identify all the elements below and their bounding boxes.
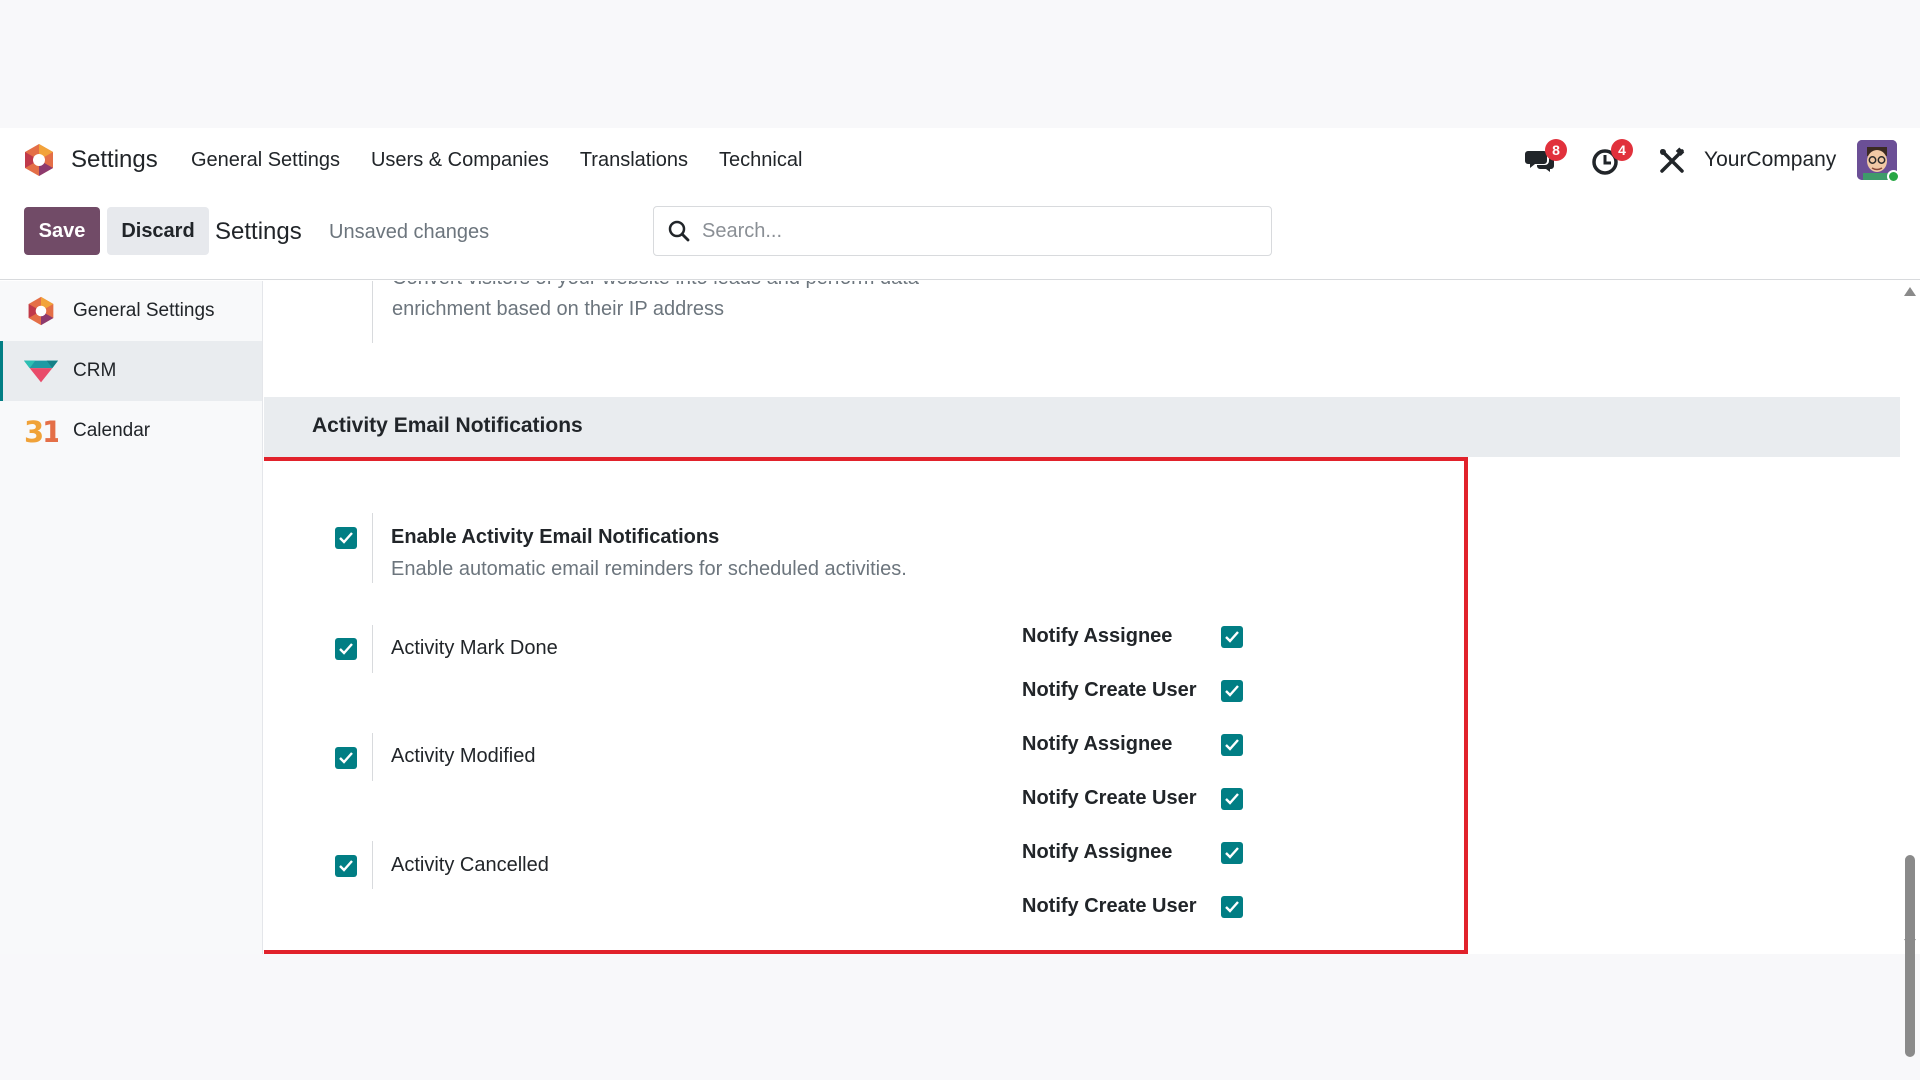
- check-icon: [339, 752, 353, 764]
- svg-text:1: 1: [42, 416, 58, 446]
- setting-description: Convert visitors of your website into le…: [392, 281, 919, 294]
- check-icon: [1225, 901, 1239, 913]
- check-icon: [1225, 631, 1239, 643]
- notify-assignee-label: Notify Assignee: [1022, 733, 1173, 755]
- search-icon: [668, 220, 690, 242]
- top-navbar: Settings General Settings Users & Compan…: [0, 128, 1920, 194]
- scroll-up-arrow-icon[interactable]: [1904, 287, 1916, 296]
- odoo-window: Settings General Settings Users & Compan…: [0, 128, 1920, 1057]
- sidebar-item-label: General Settings: [73, 300, 215, 321]
- scrollbar-thumb[interactable]: [1905, 855, 1915, 1057]
- menu-translations[interactable]: Translations: [580, 149, 688, 172]
- sidebar-item-label: Calendar: [73, 420, 151, 441]
- menu-users-companies[interactable]: Users & Companies: [371, 149, 549, 172]
- check-icon: [339, 860, 353, 872]
- check-icon: [1225, 793, 1239, 805]
- settings-content: Convert visitors of your website into le…: [264, 281, 1900, 954]
- check-icon: [1225, 685, 1239, 697]
- notify-assignee-checkbox[interactable]: [1221, 626, 1243, 648]
- menu-general-settings[interactable]: General Settings: [191, 149, 340, 172]
- scroll-down-arrow-icon[interactable]: [1904, 939, 1916, 948]
- divider: [372, 841, 373, 889]
- debug-tools-button[interactable]: [1657, 146, 1687, 176]
- notify-create-user-checkbox[interactable]: [1221, 788, 1243, 810]
- odoo-logo-icon: [24, 294, 58, 328]
- online-status-dot: [1887, 170, 1900, 183]
- setting-title: Enable Activity Email Notifications: [391, 526, 720, 548]
- activity-label: Activity Cancelled: [391, 854, 549, 876]
- messages-button[interactable]: 8: [1525, 139, 1567, 176]
- enable-activity-email-checkbox[interactable]: [335, 527, 357, 549]
- company-switcher[interactable]: YourCompany: [1704, 148, 1836, 172]
- menu-technical[interactable]: Technical: [719, 149, 802, 172]
- discard-button[interactable]: Discard: [107, 207, 209, 255]
- sidebar-item-general-settings[interactable]: General Settings: [0, 281, 262, 341]
- notify-create-user-checkbox[interactable]: [1221, 896, 1243, 918]
- calendar-31-icon: 3 1: [24, 414, 58, 448]
- sidebar-item-crm[interactable]: CRM: [0, 341, 262, 401]
- search-bar[interactable]: [653, 206, 1272, 256]
- control-panel: Save Discard Settings Unsaved changes: [0, 194, 1920, 280]
- check-icon: [339, 532, 353, 544]
- notify-create-user-label: Notify Create User: [1022, 895, 1197, 917]
- sidebar-item-label: CRM: [73, 360, 117, 381]
- save-button[interactable]: Save: [24, 207, 100, 255]
- unsaved-changes-indicator: Unsaved changes: [329, 221, 490, 243]
- activity-modified-checkbox[interactable]: [335, 747, 357, 769]
- sidebar-item-calendar[interactable]: 3 1 Calendar: [0, 401, 262, 461]
- notify-assignee-label: Notify Assignee: [1022, 841, 1173, 863]
- section-title: Activity Email Notifications: [312, 414, 583, 437]
- notify-create-user-label: Notify Create User: [1022, 679, 1197, 701]
- check-icon: [1225, 847, 1239, 859]
- activities-button[interactable]: 4: [1591, 139, 1633, 176]
- notify-create-user-checkbox[interactable]: [1221, 680, 1243, 702]
- activity-mark-done-checkbox[interactable]: [335, 638, 357, 660]
- notify-create-user-label: Notify Create User: [1022, 787, 1197, 809]
- activity-cancelled-checkbox[interactable]: [335, 855, 357, 877]
- divider: [372, 733, 373, 781]
- user-avatar[interactable]: [1857, 140, 1900, 183]
- app-title[interactable]: Settings: [71, 146, 158, 174]
- divider: [372, 513, 373, 583]
- crm-handshake-icon: [24, 354, 58, 388]
- search-input[interactable]: [702, 217, 1242, 245]
- setting-description: enrichment based on their IP address: [392, 298, 725, 320]
- notify-assignee-checkbox[interactable]: [1221, 734, 1243, 756]
- notify-assignee-label: Notify Assignee: [1022, 625, 1173, 647]
- check-icon: [1225, 739, 1239, 751]
- activity-label: Activity Modified: [391, 745, 536, 767]
- divider: [372, 625, 373, 673]
- previous-setting: Convert visitors of your website into le…: [372, 281, 919, 343]
- settings-sidebar: General Settings CRM 3 1 Calendar: [0, 281, 263, 954]
- odoo-logo-icon[interactable]: [22, 143, 56, 177]
- tools-icon: [1660, 147, 1685, 173]
- breadcrumb-title: Settings: [215, 218, 302, 245]
- main-menu: General Settings Users & Companies Trans…: [191, 149, 833, 172]
- setting-description: Enable automatic email reminders for sch…: [391, 558, 907, 580]
- messages-count-badge: 8: [1545, 139, 1567, 161]
- check-icon: [339, 643, 353, 655]
- activity-label: Activity Mark Done: [391, 637, 558, 659]
- section-header: Activity Email Notifications: [264, 397, 1900, 457]
- activities-count-badge: 4: [1611, 139, 1633, 161]
- content-scrollbar[interactable]: [1900, 281, 1920, 1057]
- notify-assignee-checkbox[interactable]: [1221, 842, 1243, 864]
